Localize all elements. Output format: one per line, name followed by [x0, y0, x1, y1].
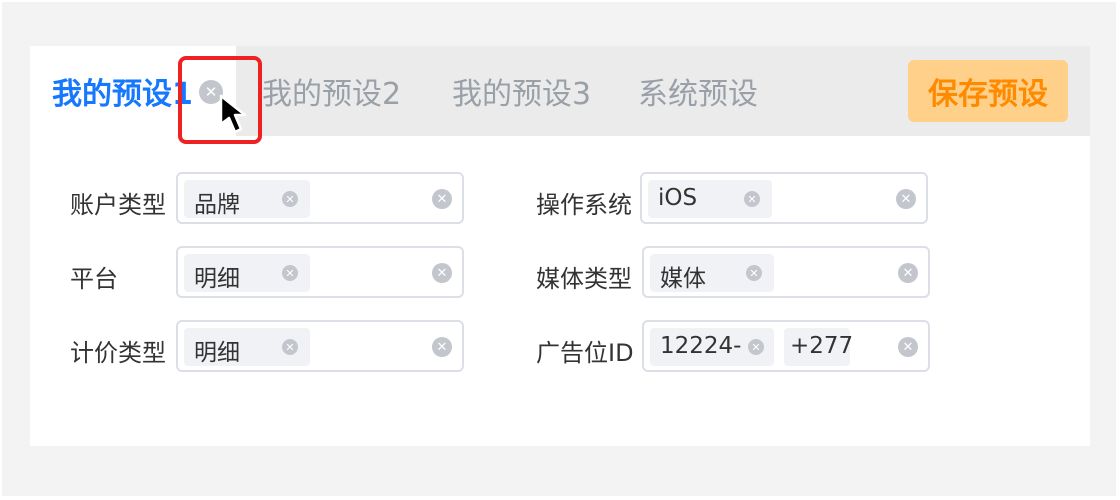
clear-icon[interactable]: ✕	[432, 263, 452, 283]
tag-close-icon[interactable]: ✕	[282, 191, 298, 207]
tag-chip: 品牌 ✕	[184, 180, 310, 218]
tab-preset-2[interactable]: 我的预设2	[262, 46, 401, 136]
tag-chip: 明细 ✕	[184, 328, 310, 366]
tag-chip: iOS ✕	[648, 180, 772, 218]
close-circle-icon[interactable]: ✕	[199, 80, 223, 104]
tab-label: 我的预设2	[262, 77, 402, 112]
media-type-label: 媒体类型	[536, 265, 632, 293]
tag-close-icon[interactable]: ✕	[282, 265, 298, 281]
preset-tab-bar: 我的预设1 我的预设2 我的预设3 系统预设 ✕ 保存预设	[30, 46, 1090, 136]
pricing-type-label: 计价类型	[70, 339, 166, 367]
tag-label: 明细	[194, 266, 240, 292]
tab-preset-3[interactable]: 我的预设3	[452, 46, 591, 136]
pricing-type-select[interactable]: 明细 ✕ ✕	[176, 320, 464, 372]
tag-close-icon[interactable]: ✕	[744, 191, 760, 207]
media-type-select[interactable]: 媒体 ✕ ✕	[642, 246, 930, 298]
save-preset-button[interactable]: 保存预设	[908, 60, 1068, 122]
tag-close-icon[interactable]: ✕	[748, 339, 764, 355]
clear-icon[interactable]: ✕	[432, 337, 452, 357]
tab-label: 系统预设	[638, 77, 758, 112]
clear-icon[interactable]: ✕	[432, 189, 452, 209]
tab-system-preset[interactable]: 系统预设	[638, 46, 758, 136]
ad-slot-id-select[interactable]: 12224- ✕ +277 ✕	[642, 320, 930, 372]
platform-label: 平台	[70, 265, 118, 293]
tag-chip: 明细 ✕	[184, 254, 310, 292]
tab-label: 我的预设3	[452, 77, 592, 112]
tag-label: 品牌	[194, 192, 240, 218]
app-window: 我的预设1 我的预设2 我的预设3 系统预设 ✕ 保存预设 账户类型 品牌 ✕ …	[0, 0, 1120, 500]
tag-label: 媒体	[660, 266, 706, 292]
account-type-select[interactable]: 品牌 ✕ ✕	[176, 172, 464, 224]
clear-icon[interactable]: ✕	[898, 263, 918, 283]
os-label: 操作系统	[536, 191, 632, 219]
ad-slot-id-label: 广告位ID	[536, 339, 634, 367]
tag-label: 明细	[194, 340, 240, 366]
more-tags-label: +277	[790, 333, 854, 359]
account-type-label: 账户类型	[70, 191, 166, 219]
platform-select[interactable]: 明细 ✕ ✕	[176, 246, 464, 298]
tag-label: 12224-	[660, 333, 742, 359]
tag-label: iOS	[658, 185, 698, 211]
more-tags-count: +277	[784, 328, 854, 366]
tag-close-icon[interactable]: ✕	[282, 339, 298, 355]
preset-card: 我的预设1 我的预设2 我的预设3 系统预设 ✕ 保存预设 账户类型 品牌 ✕ …	[30, 46, 1090, 446]
clear-icon[interactable]: ✕	[898, 337, 918, 357]
os-select[interactable]: iOS ✕ ✕	[640, 172, 928, 224]
tab-label: 我的预设1	[52, 77, 193, 112]
tag-chip: 媒体 ✕	[650, 254, 774, 292]
tag-chip: 12224- ✕	[650, 328, 774, 366]
clear-icon[interactable]: ✕	[896, 189, 916, 209]
tag-close-icon[interactable]: ✕	[746, 265, 762, 281]
